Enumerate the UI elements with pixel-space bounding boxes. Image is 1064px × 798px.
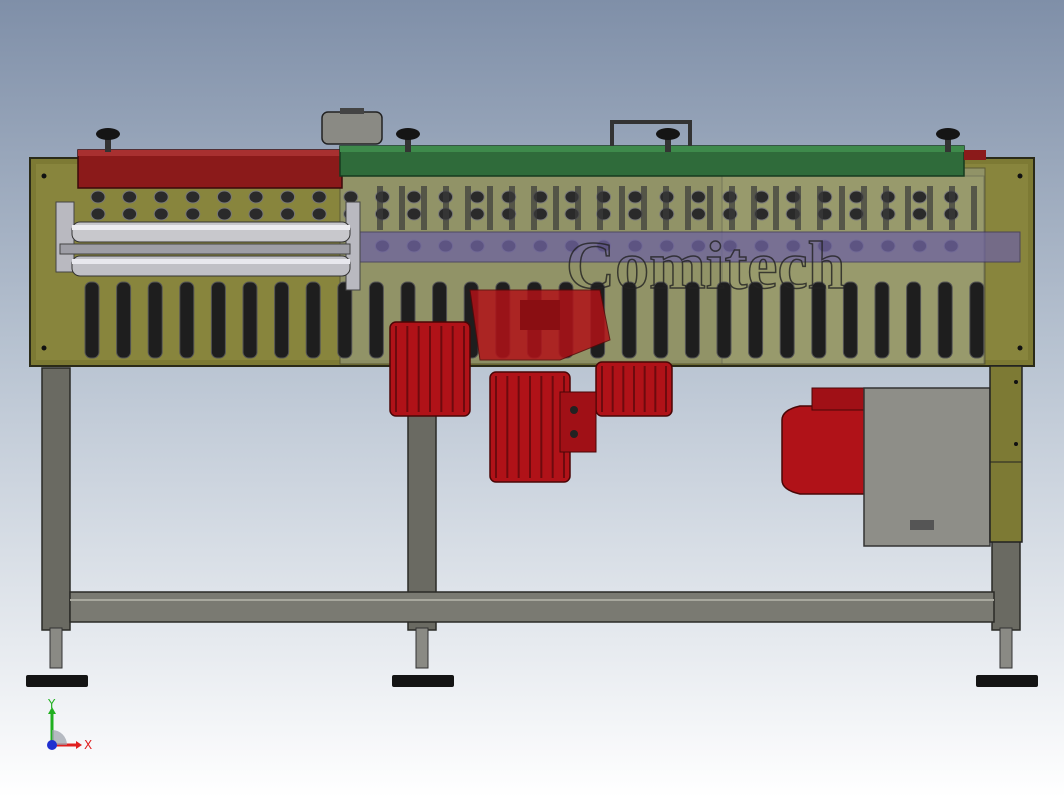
knob-icon xyxy=(936,128,960,140)
foot-left xyxy=(26,627,88,687)
small-roller xyxy=(690,190,706,204)
spring-rod xyxy=(377,186,383,230)
spring-rod xyxy=(971,186,977,230)
small-roller xyxy=(627,190,643,204)
spring-rod xyxy=(861,186,867,230)
spring-rod xyxy=(795,186,801,230)
vertical-roller xyxy=(842,281,858,359)
small-roller xyxy=(627,207,643,221)
small-roller xyxy=(122,207,138,221)
small-roller xyxy=(248,190,264,204)
small-roller xyxy=(185,207,201,221)
small-roller xyxy=(248,207,264,221)
spring-rod xyxy=(751,186,757,230)
small-roller xyxy=(153,190,169,204)
spring-rod xyxy=(883,186,889,230)
motor-center-right xyxy=(595,361,673,417)
knob-icon xyxy=(656,128,680,140)
spring-rod xyxy=(729,186,735,230)
motor-center xyxy=(489,371,571,483)
vertical-roller xyxy=(242,281,258,359)
vertical-roller xyxy=(368,281,384,359)
vertical-roller xyxy=(116,281,132,359)
spring-rod xyxy=(531,186,537,230)
spring-rod xyxy=(839,186,845,230)
small-roller xyxy=(122,190,138,204)
small-roller xyxy=(469,190,485,204)
spring-rod xyxy=(685,186,691,230)
small-roller xyxy=(153,207,169,221)
spring-rod xyxy=(509,186,515,230)
small-roller xyxy=(311,207,327,221)
small-roller xyxy=(216,190,232,204)
spring-rod xyxy=(553,186,559,230)
brand-watermark: Comitech xyxy=(566,227,845,303)
spring-rod xyxy=(399,186,405,230)
cad-model-viewport[interactable]: Comitech X Y xyxy=(0,0,1064,798)
small-roller xyxy=(406,207,422,221)
spring-rod xyxy=(465,186,471,230)
small-roller xyxy=(90,190,106,204)
spring-rod xyxy=(619,186,625,230)
bolt xyxy=(570,406,578,414)
small-roller xyxy=(343,190,359,204)
vertical-roller xyxy=(906,281,922,359)
lower-crossbar xyxy=(69,591,995,623)
spring-rod xyxy=(949,186,955,230)
vertical-roller xyxy=(337,281,353,359)
cad-scene[interactable]: Comitech X Y xyxy=(0,0,1064,798)
small-roller xyxy=(406,190,422,204)
small-roller xyxy=(216,207,232,221)
spring-rod xyxy=(773,186,779,230)
motor-left xyxy=(389,321,471,417)
vertical-roller xyxy=(969,281,985,359)
spring-rod xyxy=(487,186,493,230)
spring-rod xyxy=(641,186,647,230)
small-roller xyxy=(185,190,201,204)
top-drum xyxy=(321,111,383,145)
small-roller xyxy=(912,190,928,204)
spring-rod xyxy=(817,186,823,230)
spring-rod xyxy=(905,186,911,230)
top-covers xyxy=(77,108,986,189)
vertical-roller xyxy=(210,281,226,359)
motor-mounting-plate xyxy=(863,365,1023,547)
triad-x-label: X xyxy=(84,738,92,752)
vertical-roller xyxy=(305,281,321,359)
spring-rod xyxy=(421,186,427,230)
spring-rod xyxy=(443,186,449,230)
triad-y-label: Y xyxy=(47,697,56,711)
knob-icon xyxy=(96,128,120,140)
spring-rod xyxy=(575,186,581,230)
small-roller xyxy=(90,207,106,221)
small-roller xyxy=(280,190,296,204)
spring-rod xyxy=(927,186,933,230)
knob-icon xyxy=(396,128,420,140)
vertical-roller xyxy=(874,281,890,359)
vertical-roller xyxy=(84,281,100,359)
vertical-roller xyxy=(147,281,163,359)
leg-left xyxy=(41,367,71,631)
terminal-box xyxy=(811,387,873,411)
view-triad[interactable]: X Y xyxy=(47,697,92,752)
vertical-roller xyxy=(274,281,290,359)
small-roller xyxy=(690,207,706,221)
small-roller xyxy=(280,207,296,221)
gearbox-body xyxy=(559,391,597,453)
spring-rod xyxy=(597,186,603,230)
small-roller xyxy=(469,207,485,221)
vertical-roller xyxy=(937,281,953,359)
foot-right xyxy=(976,627,1038,687)
spring-rod xyxy=(707,186,713,230)
bolt xyxy=(570,430,578,438)
triad-z-axis xyxy=(47,740,57,750)
foot-middle xyxy=(392,627,454,687)
small-roller xyxy=(912,207,928,221)
small-roller xyxy=(311,190,327,204)
gearbox-center xyxy=(559,391,597,453)
vertical-roller xyxy=(179,281,195,359)
spring-rod xyxy=(663,186,669,230)
